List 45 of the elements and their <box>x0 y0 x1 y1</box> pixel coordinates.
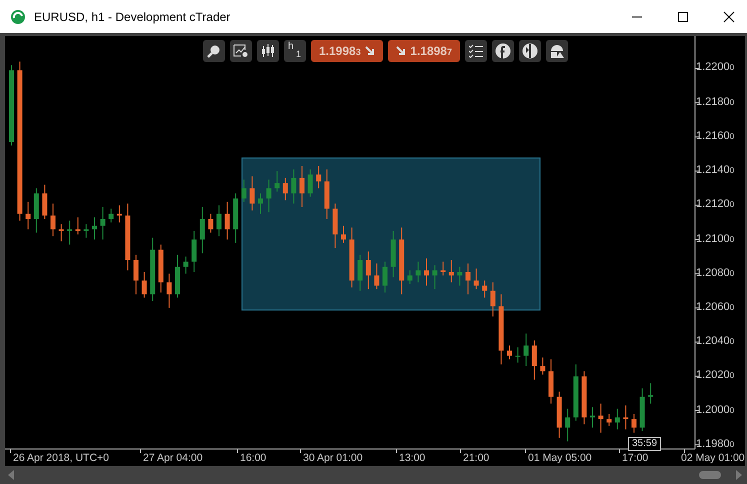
selection-rectangle[interactable] <box>242 158 540 310</box>
shapes-button[interactable] <box>546 40 568 62</box>
price-axis-label: 1.21000 <box>696 232 734 244</box>
close-icon[interactable] <box>723 10 735 22</box>
price-axis-label: 1.21200 <box>696 198 734 210</box>
price-axis-label: 1.20200 <box>696 369 734 382</box>
bar-countdown: 35:59 <box>628 437 662 451</box>
arrow-icon <box>365 46 375 56</box>
price-axis-label: 1.20400 <box>696 335 734 348</box>
checklist-icon <box>469 44 483 58</box>
checklist-button[interactable] <box>465 40 487 62</box>
price-axis-label: 1.21800 <box>696 96 734 108</box>
arrow-icon <box>396 46 406 56</box>
price-axis-label: 1.20600 <box>696 300 734 313</box>
window-title: EURUSD, h1 - Development cTrader <box>34 10 230 24</box>
chart-gear-icon <box>233 44 249 58</box>
scroll-thumb[interactable] <box>699 471 721 479</box>
time-axis-label: 27 Apr 04:00 <box>143 452 203 465</box>
time-axis-label: 21:00 <box>463 452 490 465</box>
timeframe-button[interactable]: h 1 <box>284 40 306 62</box>
price-axis-label: 1.22000 <box>696 61 734 74</box>
sentiment-button[interactable] <box>519 40 541 62</box>
app-logo-icon <box>10 8 26 24</box>
time-axis-label: 17:00 <box>622 452 648 465</box>
time-axis-label: 02 May 01:00 <box>681 452 745 465</box>
time-axis-label: 01 May 05:00 <box>528 452 592 465</box>
price-axis-label: 1.21600 <box>696 130 734 142</box>
price-axis-label: 1.20000 <box>696 404 734 416</box>
maximize-icon[interactable] <box>677 10 689 22</box>
time-axis-label: 26 Apr 2018, UTC+0 <box>13 452 110 465</box>
price-axis-label: 1.20800 <box>696 266 734 279</box>
price-axis-label: 1.21400 <box>696 164 734 176</box>
candles-button[interactable] <box>257 40 279 62</box>
split-circle-icon <box>522 43 538 59</box>
f-circle-icon <box>495 43 511 59</box>
magnifier-icon <box>207 44 221 58</box>
time-axis-label: 30 Apr 01:00 <box>303 452 363 465</box>
shapes-icon <box>549 43 565 59</box>
chart-settings-button[interactable] <box>230 40 252 62</box>
time-axis-label: 13:00 <box>399 452 426 465</box>
time-axis-label: 16:00 <box>240 452 266 465</box>
social-button[interactable] <box>492 40 514 62</box>
candlestick-icon <box>261 44 275 58</box>
price-axis-label: 1.19800 <box>696 438 734 450</box>
zoom-button[interactable] <box>203 40 225 62</box>
